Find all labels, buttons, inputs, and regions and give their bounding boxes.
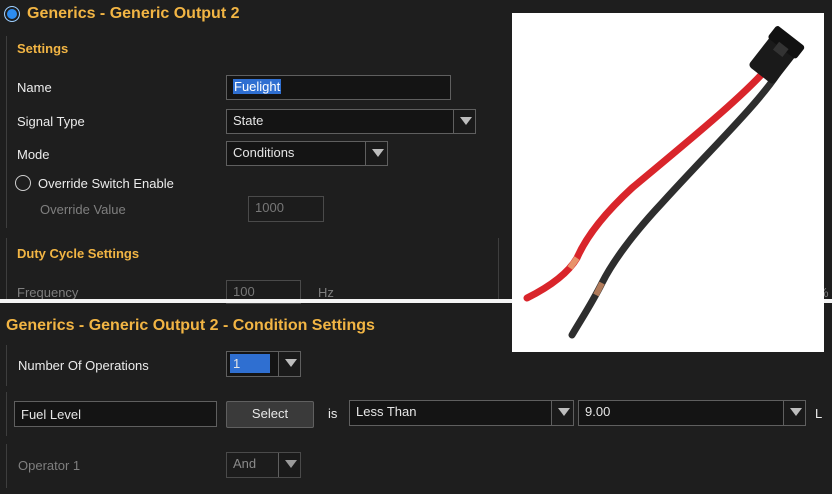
operator-value: And <box>233 456 257 471</box>
name-label: Name <box>17 80 52 95</box>
chevron-down-icon[interactable] <box>278 352 300 376</box>
operator-group-border <box>6 444 7 488</box>
panel-title-radio-icon[interactable] <box>4 6 20 22</box>
signal-type-dropdown[interactable]: State <box>226 109 476 134</box>
duty-group-right-border <box>498 238 499 300</box>
frequency-unit: Hz <box>318 285 334 300</box>
panel-title: Generics - Generic Output 2 <box>27 5 240 22</box>
name-input[interactable]: Fuelight <box>226 75 451 100</box>
signal-type-value: State <box>233 113 264 128</box>
name-input-text: Fuelight <box>233 79 282 94</box>
duty-cycle-header: Duty Cycle Settings <box>17 246 140 261</box>
condition-panel-title: Generics - Generic Output 2 - Condition … <box>6 317 375 334</box>
mode-label: Mode <box>17 147 50 162</box>
override-switch-radio-icon[interactable] <box>15 175 31 191</box>
override-value-input[interactable]: 1000 <box>248 196 324 222</box>
select-button[interactable]: Select <box>226 401 314 428</box>
threshold-unit: L <box>815 406 823 421</box>
mode-dropdown[interactable]: Conditions <box>226 141 388 166</box>
frequency-label: Frequency <box>17 285 79 300</box>
operator-dropdown[interactable]: And <box>226 452 301 478</box>
is-label: is <box>328 406 338 421</box>
num-ops-value: 1 <box>230 354 271 373</box>
duty-group-border <box>6 238 7 300</box>
num-ops-label: Number Of Operations <box>18 358 149 373</box>
override-switch-label: Override Switch Enable <box>38 176 174 191</box>
signal-type-label: Signal Type <box>17 114 85 129</box>
condition-source-input[interactable]: Fuel Level <box>14 401 217 427</box>
num-ops-dropdown[interactable]: 1 <box>226 351 301 377</box>
settings-group-border <box>6 36 7 228</box>
threshold-dropdown[interactable]: 9.00 <box>578 400 806 426</box>
pigtail-connector-image <box>512 13 824 352</box>
condition-group-border <box>6 392 7 436</box>
override-value-label: Override Value <box>40 202 126 217</box>
comparator-value: Less Than <box>356 404 417 419</box>
chevron-down-icon[interactable] <box>365 142 387 165</box>
ops-group-border <box>6 345 7 386</box>
mode-value: Conditions <box>233 145 295 160</box>
chevron-down-icon[interactable] <box>278 453 300 477</box>
comparator-dropdown[interactable]: Less Than <box>349 400 574 426</box>
chevron-down-icon[interactable] <box>551 401 573 425</box>
threshold-value: 9.00 <box>585 404 611 419</box>
chevron-down-icon[interactable] <box>453 110 475 133</box>
wire-connector-photo <box>512 13 824 352</box>
chevron-down-icon[interactable] <box>783 401 805 425</box>
settings-header: Settings <box>17 41 69 56</box>
operator-label: Operator 1 <box>18 458 81 473</box>
